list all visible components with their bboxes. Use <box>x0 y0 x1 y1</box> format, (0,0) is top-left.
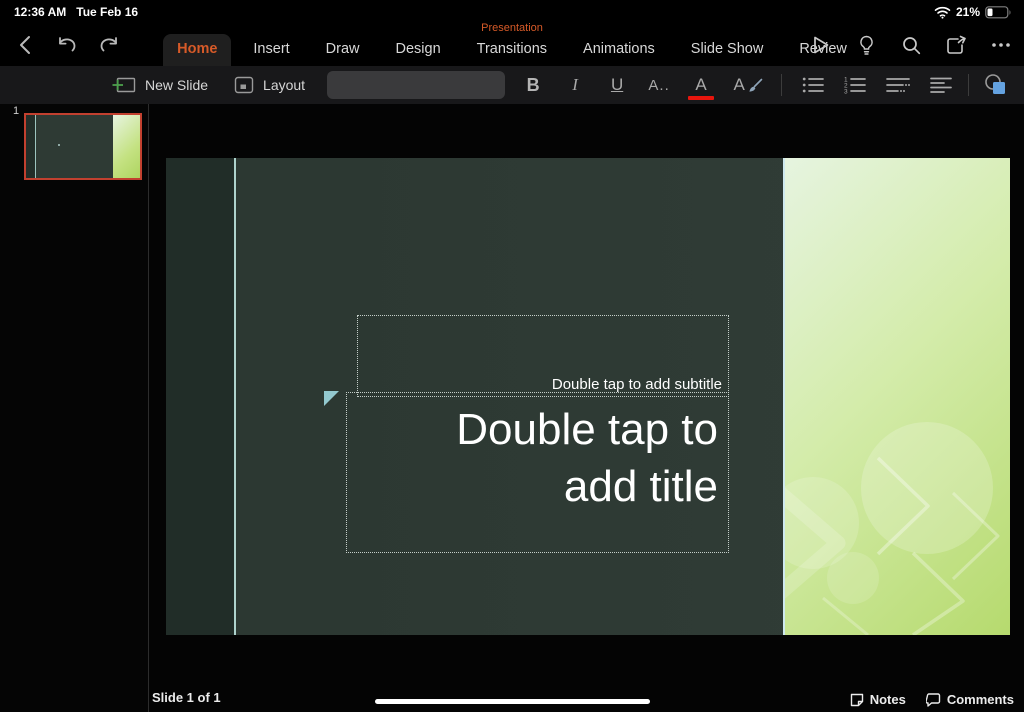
slide-thumbnail-1[interactable] <box>24 113 142 180</box>
indent-button[interactable] <box>886 76 911 94</box>
slide-1-surface[interactable]: Double tap to add subtitle Double tap to… <box>166 158 1010 635</box>
tab-draw[interactable]: Draw <box>312 34 374 66</box>
slide-left-column <box>166 158 234 635</box>
bottom-bar: Slide 1 of 1 Notes Comments <box>0 682 1024 712</box>
font-color-button[interactable]: A <box>688 75 715 100</box>
thumbnail-slide-number: 1 <box>13 105 20 117</box>
slide-thumbnail-panel <box>0 104 148 712</box>
thumb-left-column <box>26 115 35 178</box>
layout-label: Layout <box>263 77 306 93</box>
numbered-list-button[interactable]: 1 2 3 <box>844 76 866 94</box>
thumb-marker-dot <box>58 144 60 146</box>
tab-home[interactable]: Home <box>163 34 232 66</box>
share-icon[interactable] <box>943 32 969 58</box>
layout-button[interactable]: Layout <box>234 76 305 94</box>
home-ribbon: New Slide Layout B I U A.. A A 1 2 3 <box>0 66 1024 104</box>
bullet-list-button[interactable] <box>802 76 824 94</box>
underline-button[interactable]: U <box>605 75 629 95</box>
tab-animations[interactable]: Animations <box>569 34 669 66</box>
search-icon[interactable] <box>898 32 924 58</box>
ribbon-divider <box>781 74 783 96</box>
strip-edge-line <box>783 158 785 635</box>
ribbon-divider <box>968 74 970 96</box>
wifi-icon <box>934 6 951 19</box>
battery-icon <box>985 5 1012 19</box>
notes-label: Notes <box>869 692 906 707</box>
comments-icon <box>925 692 941 707</box>
comments-label: Comments <box>946 692 1014 707</box>
tab-insert[interactable]: Insert <box>239 34 303 66</box>
placeholder-marker-triangle[interactable] <box>324 391 339 406</box>
title-line-2: add title <box>563 462 718 511</box>
battery-percent: 21% <box>955 5 980 19</box>
home-indicator[interactable] <box>375 699 650 704</box>
thumb-accent-line <box>35 115 36 178</box>
more-options-icon[interactable] <box>988 32 1014 58</box>
clock-date: Tue Feb 16 <box>76 5 139 19</box>
notes-button[interactable]: Notes <box>850 692 906 707</box>
clock-time: 12:36 AM <box>14 5 67 19</box>
status-bar: 12:36 AM Tue Feb 16 21% <box>0 0 1024 22</box>
new-slide-icon <box>112 76 136 94</box>
text-effects-letter: A <box>733 75 744 94</box>
title-placeholder-text: Double tap to add title <box>347 401 728 515</box>
font-color-letter: A <box>695 75 707 94</box>
notes-icon <box>850 693 863 706</box>
brush-icon <box>749 78 762 92</box>
tab-design[interactable]: Design <box>382 34 455 66</box>
strip-decorations <box>783 422 1000 635</box>
font-size-button[interactable]: A.. <box>647 77 671 94</box>
tab-transitions[interactable]: Transitions <box>463 34 561 66</box>
text-effects-button[interactable]: A <box>731 75 765 95</box>
slide-counter: Slide 1 of 1 <box>152 690 221 705</box>
subtitle-placeholder[interactable]: Double tap to add subtitle <box>357 315 729 397</box>
title-line-1: Double tap to <box>456 405 718 454</box>
italic-button[interactable]: I <box>563 75 587 95</box>
play-slideshow-icon[interactable] <box>808 32 834 58</box>
new-slide-button[interactable]: New Slide <box>112 76 208 94</box>
svg-text:3: 3 <box>844 89 848 95</box>
font-name-field[interactable] <box>327 71 506 99</box>
editing-canvas: Double tap to add subtitle Double tap to… <box>149 104 1024 712</box>
bold-button[interactable]: B <box>521 75 545 96</box>
lightbulb-icon[interactable] <box>853 32 879 58</box>
thumb-green-strip <box>113 115 140 178</box>
new-slide-label: New Slide <box>145 77 209 93</box>
title-placeholder[interactable]: Double tap to add title <box>346 392 729 553</box>
slide-green-strip <box>783 158 1010 635</box>
slide-accent-line <box>234 158 236 635</box>
align-button[interactable] <box>930 76 952 94</box>
nav-bar: Presentation Home Insert Draw Design Tra… <box>0 22 1024 66</box>
layout-icon <box>234 76 254 94</box>
tab-slideshow[interactable]: Slide Show <box>677 34 778 66</box>
insert-shape-button[interactable] <box>983 73 1009 97</box>
powerpoint-ipad-app: 12:36 AM Tue Feb 16 21% Presentation Hom… <box>0 0 1024 712</box>
comments-button[interactable]: Comments <box>925 692 1014 707</box>
font-color-swatch <box>688 96 715 100</box>
